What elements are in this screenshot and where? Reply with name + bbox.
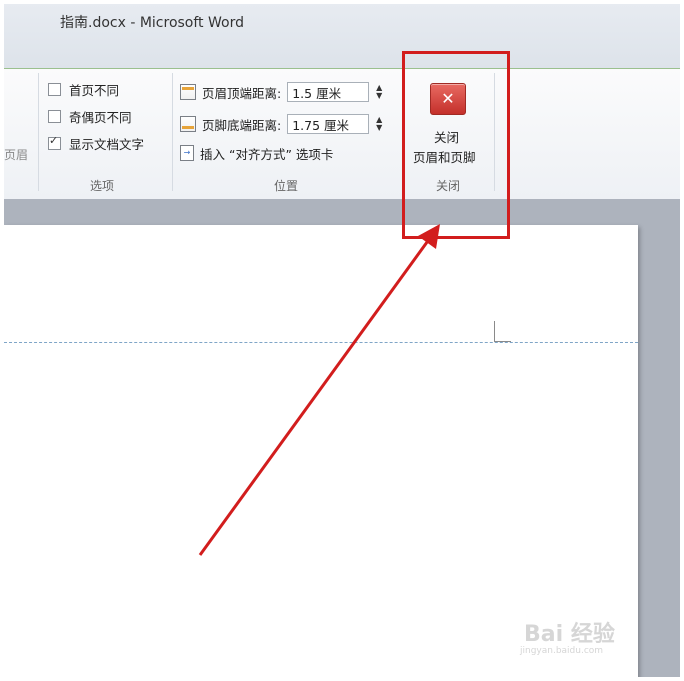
watermark-url: jingyan.baidu.com	[520, 646, 604, 656]
annotation-arrow	[198, 224, 440, 556]
watermark-logo: Bai 经验	[524, 622, 615, 647]
arrow-shaft	[198, 237, 432, 556]
arrow-head	[418, 224, 440, 249]
